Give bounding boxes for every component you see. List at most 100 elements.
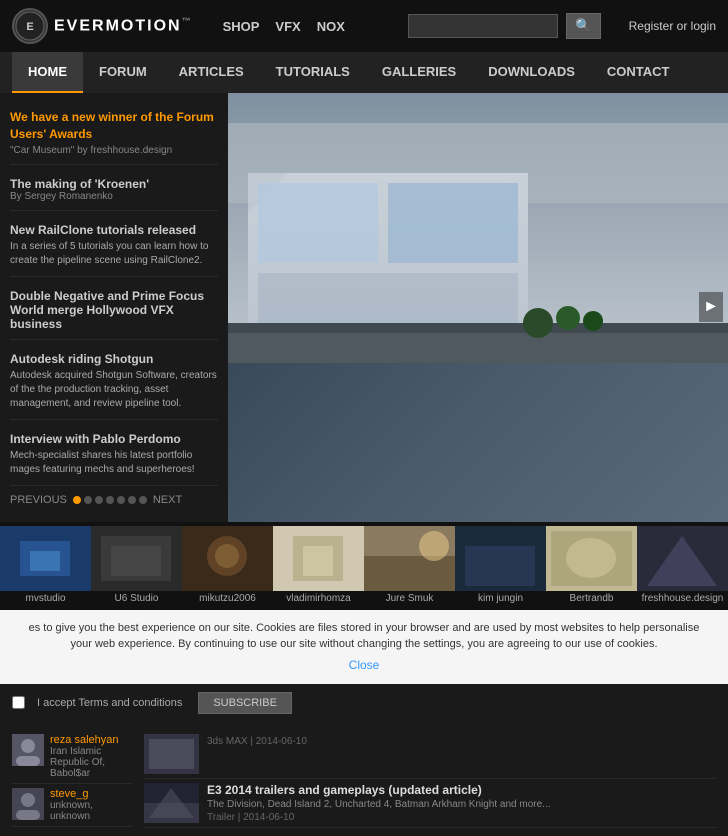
slideshow-controls: PREVIOUS NEXT: [10, 486, 218, 514]
top-nav-nox[interactable]: NOX: [317, 19, 345, 34]
sidebar-article-3[interactable]: New RailClone tutorials released In a se…: [10, 211, 218, 277]
dot-4[interactable]: [106, 496, 114, 504]
user-item-1[interactable]: reza salehyan Iran Islamic Republic Of, …: [12, 730, 132, 784]
sidebar-article-1[interactable]: We have a new winner of the Forum Users'…: [10, 101, 218, 165]
gallery-label-4: vladimirhomza: [273, 591, 364, 606]
search-area: 🔍: [408, 13, 601, 39]
article-4-title: Double Negative and Prime Focus World me…: [10, 289, 218, 331]
article-3-desc: In a series of 5 tutorials you can learn…: [10, 240, 218, 268]
next-button[interactable]: NEXT: [153, 494, 182, 506]
dot-2[interactable]: [84, 496, 92, 504]
gallery-thumb-1[interactable]: mvstudio: [0, 526, 91, 606]
gallery-label-2: U6 Studio: [91, 591, 182, 606]
main-navigation: HOME FORUM ARTICLES TUTORIALS GALLERIES …: [0, 52, 728, 93]
cookie-close-button[interactable]: Close: [20, 656, 708, 674]
register-link[interactable]: Register or login: [629, 19, 716, 33]
sidebar-article-2[interactable]: The making of 'Kroenen' By Sergey Romane…: [10, 165, 218, 211]
top-navigation: SHOP VFX NOX: [223, 19, 345, 34]
gallery-thumb-8[interactable]: freshhouse.design: [637, 526, 728, 606]
slide-dots: [73, 496, 147, 504]
svg-text:E: E: [26, 21, 33, 33]
subscribe-label: I accept Terms and conditions: [37, 697, 182, 709]
gallery-thumb-4[interactable]: vladimirhomza: [273, 526, 364, 606]
content-area: We have a new winner of the Forum Users'…: [0, 93, 728, 522]
hero-area: ►: [228, 93, 728, 522]
bottom-article-2[interactable]: E3 2014 trailers and gameplays (updated …: [144, 779, 716, 828]
nav-downloads[interactable]: DOWNLOADS: [472, 52, 591, 93]
dot-6[interactable]: [128, 496, 136, 504]
article-title-2: E3 2014 trailers and gameplays (updated …: [207, 783, 551, 797]
article-desc-2: The Division, Dead Island 2, Uncharted 4…: [207, 799, 551, 810]
article-3-title: New RailClone tutorials released: [10, 223, 218, 237]
cookie-bar: es to give you the best experience on ou…: [0, 610, 728, 684]
sidebar-article-6[interactable]: Interview with Pablo Perdomo Mech-specia…: [10, 420, 218, 486]
sidebar-article-4[interactable]: Double Negative and Prime Focus World me…: [10, 277, 218, 340]
article-meta-2: Trailer | 2014-06-10: [207, 812, 551, 823]
user-name-2: steve_g: [50, 788, 132, 800]
article-2-sub: By Sergey Romanenko: [10, 191, 218, 202]
user-location-1: Iran Islamic Republic Of, Babol$ar: [50, 746, 132, 779]
bottom-content-area: reza salehyan Iran Islamic Republic Of, …: [0, 722, 728, 836]
article-2-title: The making of 'Kroenen': [10, 177, 218, 191]
hero-image: [228, 93, 728, 363]
logo[interactable]: E EVERMOTION™: [12, 8, 193, 44]
dot-3[interactable]: [95, 496, 103, 504]
article-5-desc: Autodesk acquired Shotgun Software, crea…: [10, 369, 218, 411]
user-avatar-2: [12, 788, 44, 820]
user-list: reza salehyan Iran Islamic Republic Of, …: [12, 730, 132, 827]
article-6-title: Interview with Pablo Perdomo: [10, 432, 218, 446]
top-nav-shop[interactable]: SHOP: [223, 19, 260, 34]
subscribe-button[interactable]: SUBSCRIBE: [198, 692, 292, 714]
dot-7[interactable]: [139, 496, 147, 504]
user-name-1: reza salehyan: [50, 734, 132, 746]
sidebar-article-5[interactable]: Autodesk riding Shotgun Autodesk acquire…: [10, 340, 218, 420]
logo-text: EVERMOTION™: [54, 16, 193, 35]
user-avatar-1: [12, 734, 44, 766]
sidebar: We have a new winner of the Forum Users'…: [0, 93, 228, 522]
nav-home[interactable]: HOME: [12, 52, 83, 93]
dot-5[interactable]: [117, 496, 125, 504]
user-location-2: unknown, unknown: [50, 800, 132, 822]
nav-articles[interactable]: ARTICLES: [163, 52, 260, 93]
gallery-thumb-2[interactable]: U6 Studio: [91, 526, 182, 606]
gallery-thumb-6[interactable]: kim jungin: [455, 526, 546, 606]
prev-button[interactable]: PREVIOUS: [10, 494, 67, 506]
gallery-label-5: Jure Smuk: [364, 591, 455, 606]
gallery-label-8: freshhouse.design: [637, 591, 728, 606]
logo-icon: E: [12, 8, 48, 44]
user-info-1: reza salehyan Iran Islamic Republic Of, …: [50, 734, 132, 779]
nav-forum[interactable]: FORUM: [83, 52, 163, 93]
cookie-text: es to give you the best experience on ou…: [29, 622, 700, 651]
nav-tutorials[interactable]: TUTORIALS: [260, 52, 366, 93]
article-6-desc: Mech-specialist shares his latest portfo…: [10, 449, 218, 477]
subscribe-area: I accept Terms and conditions SUBSCRIBE: [0, 684, 728, 722]
article-content-2: E3 2014 trailers and gameplays (updated …: [207, 783, 551, 823]
article-5-title: Autodesk riding Shotgun: [10, 352, 218, 366]
hero-next-button[interactable]: ►: [699, 292, 723, 322]
article-content-1: 3ds MAX | 2014-06-10: [207, 734, 307, 774]
subscribe-checkbox[interactable]: [12, 696, 25, 709]
article-1-sub: "Car Museum" by freshhouse.design: [10, 145, 218, 156]
article-meta-1: 3ds MAX | 2014-06-10: [207, 736, 307, 747]
nav-galleries[interactable]: GALLERIES: [366, 52, 472, 93]
article-thumb-1: [144, 734, 199, 774]
gallery-thumb-3[interactable]: mikutzu2006: [182, 526, 273, 606]
article-1-title: We have a new winner of the Forum Users'…: [10, 109, 218, 143]
gallery-thumb-5[interactable]: Jure Smuk: [364, 526, 455, 606]
bottom-articles: 3ds MAX | 2014-06-10 E3 2014 trailers an…: [144, 730, 716, 828]
gallery-label-3: mikutzu2006: [182, 591, 273, 606]
bottom-article-1[interactable]: 3ds MAX | 2014-06-10: [144, 730, 716, 779]
top-nav-vfx[interactable]: VFX: [275, 19, 300, 34]
user-item-2[interactable]: steve_g unknown, unknown: [12, 784, 132, 827]
gallery-strip: mvstudio U6 Studio mikutzu2006 vladimirh…: [0, 522, 728, 610]
user-info-2: steve_g unknown, unknown: [50, 788, 132, 822]
gallery-label-6: kim jungin: [455, 591, 546, 606]
article-thumb-2: [144, 783, 199, 823]
dot-1[interactable]: [73, 496, 81, 504]
search-button[interactable]: 🔍: [566, 13, 601, 39]
gallery-thumb-7[interactable]: Bertrandb: [546, 526, 637, 606]
gallery-label-7: Bertrandb: [546, 591, 637, 606]
nav-contact[interactable]: CONTACT: [591, 52, 686, 93]
gallery-label-1: mvstudio: [0, 591, 91, 606]
search-input[interactable]: [408, 14, 558, 38]
